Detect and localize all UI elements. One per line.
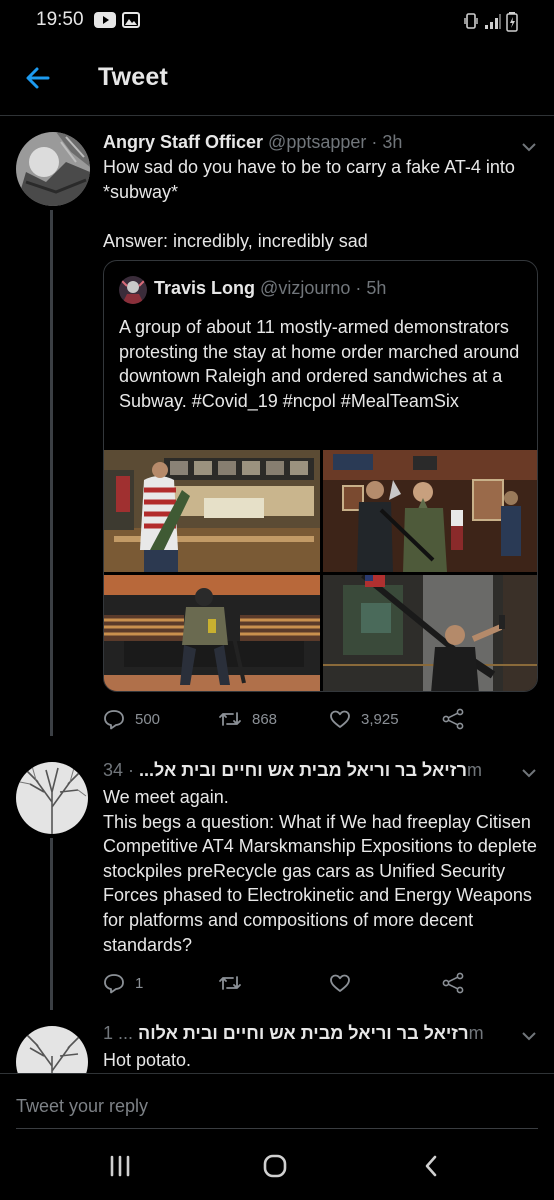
reply-icon <box>104 710 124 730</box>
thread-line <box>50 838 53 1010</box>
reply-count: 500 <box>135 710 161 728</box>
like-button[interactable] <box>329 968 361 998</box>
reply-composer[interactable]: Tweet your reply <box>0 1073 554 1129</box>
vibrate-icon <box>464 13 478 29</box>
back-icon[interactable] <box>418 1152 446 1180</box>
reply-tweet-1[interactable]: רזיאל בר וריאל מבית אש וחיים ובית אל... … <box>0 750 554 1010</box>
media-photo-1[interactable] <box>104 450 320 572</box>
reply-input[interactable]: Tweet your reply <box>16 1096 148 1117</box>
quote-avatar[interactable] <box>119 276 147 304</box>
tweet-actions: 1 <box>103 968 533 998</box>
status-time: 19:50 <box>36 9 84 30</box>
quote-time: · 5h <box>355 278 387 298</box>
chevron-down-icon[interactable] <box>520 138 538 156</box>
top-bar: Tweet <box>0 40 554 116</box>
youtube-icon <box>94 12 116 28</box>
tweet-header: רזיאל בר וריאל מבית אש וחיים ובית אל... … <box>103 760 534 781</box>
author-name[interactable]: רזיאל בר וריאל מבית אש וחיים ובית אלוה <box>138 1023 469 1043</box>
retweet-button[interactable] <box>218 968 252 998</box>
main-tweet[interactable]: Angry Staff Officer @pptsapper · 3h How … <box>0 118 554 736</box>
quote-author-handle: @vizjourno <box>260 278 351 298</box>
heart-icon <box>330 974 350 992</box>
reply-count: 1 <box>135 974 144 992</box>
reply-button[interactable]: 500 <box>103 704 160 734</box>
home-icon[interactable] <box>261 1152 289 1180</box>
share-button[interactable] <box>441 704 475 734</box>
gallery-icon <box>122 12 140 28</box>
page-title: Tweet <box>98 63 168 91</box>
status-bar: 19:50 <box>0 0 554 40</box>
quoted-tweet[interactable]: Travis Long @vizjourno · 5h A group of a… <box>103 260 538 692</box>
tweet-header: רזיאל בר וריאל מבית אש וחיים ובית אלוה .… <box>103 1023 534 1044</box>
tweet-actions: 500 868 3,925 <box>103 704 533 734</box>
media-photo-4[interactable] <box>323 575 537 691</box>
heart-icon <box>330 710 350 728</box>
tweet-time: · 3h <box>371 132 403 152</box>
like-count: 3,925 <box>361 710 399 728</box>
avatar[interactable] <box>16 132 90 206</box>
chevron-down-icon[interactable] <box>520 764 538 782</box>
author-handle: @pptsapper <box>268 132 367 152</box>
avatar[interactable] <box>16 762 88 834</box>
reply-icon <box>104 974 124 994</box>
tweet-text: Hot potato. <box>103 1050 192 1070</box>
quote-header: Travis Long @vizjourno · 5h <box>154 278 386 299</box>
reply-tweet-2[interactable]: רזיאל בר וריאל מבית אש וחיים ובית אלוה .… <box>0 1015 554 1073</box>
reply-underline <box>16 1128 538 1129</box>
thread-line <box>50 210 53 736</box>
reply-button[interactable]: 1 <box>103 968 143 998</box>
retweet-count: 868 <box>252 710 278 728</box>
retweet-icon <box>219 976 241 990</box>
quote-text: A group of about 11 mostly-armed demonst… <box>119 317 520 411</box>
recent-apps-icon[interactable] <box>106 1152 134 1180</box>
retweet-icon <box>219 712 241 726</box>
media-photo-3[interactable] <box>104 575 320 691</box>
media-grid <box>104 450 537 691</box>
media-photo-2[interactable] <box>323 450 537 572</box>
tweet-header: Angry Staff Officer @pptsapper · 3h <box>103 132 534 153</box>
share-icon <box>442 972 464 994</box>
battery-icon <box>506 12 518 32</box>
author-name[interactable]: Angry Staff Officer <box>103 132 263 152</box>
tweet-text: How sad do you have to be to carry a fak… <box>103 157 515 251</box>
system-nav-bar <box>0 1130 554 1200</box>
chevron-down-icon[interactable] <box>520 1027 538 1045</box>
like-button[interactable]: 3,925 <box>329 704 399 734</box>
tweet-text: We meet again. This begs a question: Wha… <box>103 787 537 955</box>
author-name[interactable]: רזיאל בר וריאל מבית אש וחיים ובית אל... <box>139 760 467 780</box>
retweet-button[interactable]: 868 <box>218 704 277 734</box>
share-icon <box>442 708 464 730</box>
signal-icon <box>485 14 501 29</box>
arrow-left-icon[interactable] <box>20 60 56 96</box>
share-button[interactable] <box>441 968 475 998</box>
quote-author-name[interactable]: Travis Long <box>154 278 255 298</box>
avatar[interactable] <box>16 1026 88 1073</box>
